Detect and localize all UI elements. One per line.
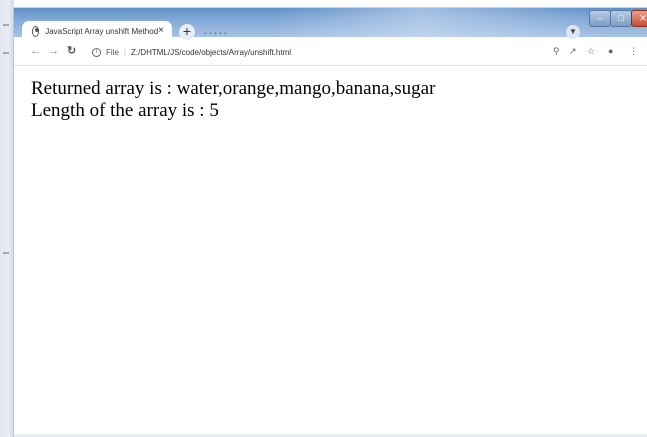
desktop-mark bbox=[3, 252, 9, 254]
tab-title: JavaScript Array unshift Method bbox=[45, 26, 159, 36]
browser-window: JavaScript Array unshift Method × + • • … bbox=[14, 8, 647, 437]
desktop-mark bbox=[3, 52, 9, 54]
titlebar-glow bbox=[274, 8, 604, 37]
favicon-icon bbox=[32, 25, 40, 37]
minimize-button[interactable]: – bbox=[589, 10, 611, 27]
close-tab-icon[interactable]: × bbox=[158, 26, 164, 36]
url-text[interactable]: Z:/DHTML/JS/code/objects/Array/unshift.h… bbox=[131, 48, 291, 57]
page-content: Returned array is : water,orange,mango,b… bbox=[14, 66, 647, 437]
share-icon[interactable]: ↗ bbox=[569, 47, 577, 56]
browser-toolbar: ← → ↻ i File | Z:/DHTML/JS/code/objects/… bbox=[14, 41, 647, 66]
reload-icon[interactable]: ↻ bbox=[67, 46, 76, 57]
new-tab-button[interactable]: + bbox=[179, 24, 195, 40]
back-arrow-icon[interactable]: ← bbox=[30, 46, 41, 57]
scheme-label: File bbox=[106, 48, 119, 57]
tab-strip: JavaScript Array unshift Method × + • • … bbox=[14, 8, 647, 41]
tab-search-chevron-icon[interactable]: ▼ bbox=[566, 25, 580, 39]
forward-arrow-icon[interactable]: → bbox=[48, 46, 59, 57]
maximize-button[interactable]: □ bbox=[610, 10, 632, 27]
address-separator: | bbox=[123, 48, 126, 57]
zoom-icon[interactable]: ⚲ bbox=[553, 47, 560, 56]
desktop-mark bbox=[3, 24, 9, 26]
background-tab-ghost: • • • • • bbox=[204, 29, 227, 38]
array-length-text: Length of the array is : 5 bbox=[31, 100, 219, 121]
profile-icon[interactable]: ● bbox=[608, 47, 613, 56]
star-icon[interactable]: ☆ bbox=[587, 47, 595, 56]
address-bar[interactable]: i File | Z:/DHTML/JS/code/objects/Array/… bbox=[88, 43, 618, 62]
info-icon[interactable]: i bbox=[92, 48, 101, 57]
close-window-button[interactable]: ✕ bbox=[631, 10, 647, 27]
returned-array-text: Returned array is : water,orange,mango,b… bbox=[31, 78, 436, 99]
kebab-menu-icon[interactable]: ⋮ bbox=[629, 47, 638, 56]
desktop-background bbox=[0, 0, 14, 437]
browser-tab[interactable]: JavaScript Array unshift Method × bbox=[22, 21, 172, 41]
